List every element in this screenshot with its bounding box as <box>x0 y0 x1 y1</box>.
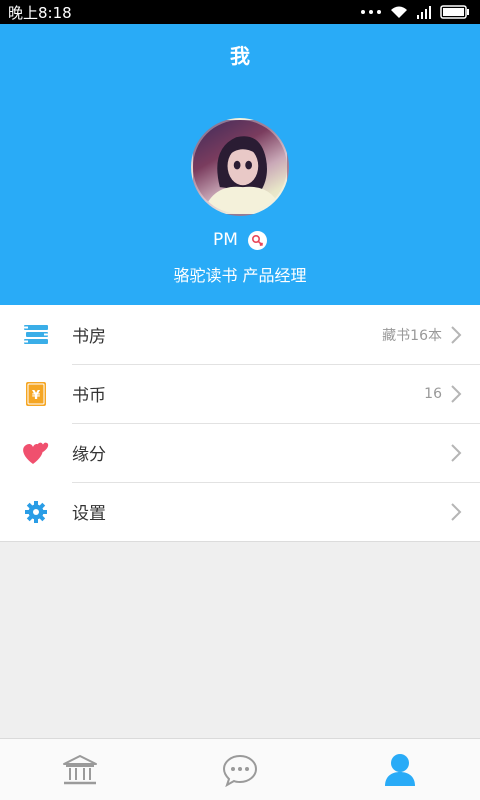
username: PM <box>213 230 238 250</box>
battery-icon <box>440 5 469 19</box>
chevron-right-icon <box>450 443 480 463</box>
menu-item-coins[interactable]: ¥ 书币 16 <box>0 364 480 423</box>
chevron-right-icon <box>450 325 480 345</box>
profile-icon <box>385 753 415 786</box>
menu-item-fate[interactable]: 缘分 <box>0 423 480 482</box>
chat-icon <box>222 754 258 787</box>
gear-icon <box>0 482 72 541</box>
chevron-right-icon <box>450 502 480 522</box>
tab-profile[interactable] <box>320 739 480 800</box>
bookshelf-icon <box>0 305 72 364</box>
profile-name-row: PM <box>0 230 480 250</box>
menu-item-bookshelf[interactable]: 书房 藏书16本 <box>0 305 480 364</box>
menu-divider <box>0 541 480 542</box>
female-gender-icon <box>247 230 267 250</box>
page-title: 我 <box>230 44 250 68</box>
svg-text:¥: ¥ <box>32 388 41 402</box>
menu-value-coins: 16 <box>424 385 442 402</box>
tab-library[interactable] <box>0 739 160 800</box>
coin-icon: ¥ <box>0 364 72 423</box>
profile-subtitle: 骆驼读书 产品经理 <box>173 266 307 285</box>
menu-value-bookshelf: 藏书16本 <box>382 327 442 344</box>
avatar[interactable] <box>191 118 289 216</box>
profile-header: 我 PM 骆驼读书 产品经理 <box>0 24 480 305</box>
wifi-icon <box>391 6 407 18</box>
menu-label-coins: 书币 <box>72 386 106 406</box>
status-bar: 晚上8:18 <box>0 0 480 24</box>
library-icon <box>63 754 97 784</box>
hearts-icon <box>0 423 72 482</box>
menu-label-bookshelf: 书房 <box>72 327 106 347</box>
bottom-tab-bar <box>0 738 480 800</box>
chevron-right-icon <box>450 384 480 404</box>
cell-signal-icon <box>417 6 431 19</box>
menu-label-fate: 缘分 <box>72 445 106 465</box>
status-time: 晚上8:18 <box>8 3 72 22</box>
menu-item-settings[interactable]: 设置 <box>0 482 480 541</box>
avatar-image <box>202 136 284 214</box>
signal-dots-icon <box>361 10 381 14</box>
menu-list: 书房 藏书16本 ¥ 书币 16 缘分 设置 <box>0 305 480 541</box>
menu-label-settings: 设置 <box>72 504 106 524</box>
status-icons <box>360 5 470 19</box>
tab-messages[interactable] <box>160 739 320 800</box>
